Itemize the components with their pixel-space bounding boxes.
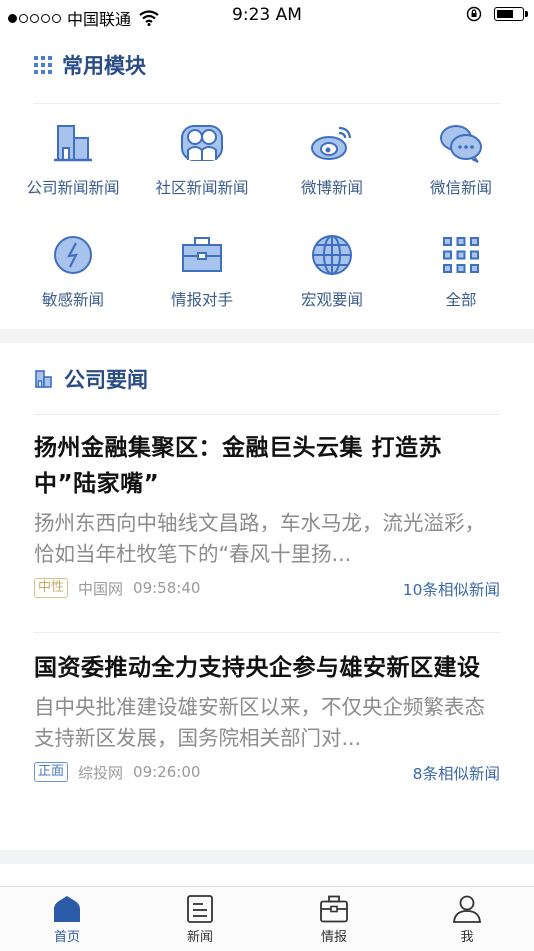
- module-label: 宏观要闻: [300, 291, 363, 309]
- rotation-lock-icon: [466, 6, 482, 22]
- news-time: 09:26:00: [133, 763, 201, 781]
- tab-bar: 首页 新闻 情报 我: [0, 886, 534, 951]
- building-icon: [54, 125, 92, 162]
- sentiment-badge: 正面: [34, 762, 69, 782]
- similar-news-link[interactable]: 10条相似新闻: [403, 578, 500, 600]
- similar-news-link[interactable]: 8条相似新闻: [413, 762, 500, 784]
- module-weibo-news[interactable]: 微博新闻: [267, 120, 397, 198]
- news-time: 09:58:40: [133, 579, 201, 597]
- tab-label: 情报: [320, 930, 347, 945]
- news-meta: 中性 中国网 09:58:40 10条相似新闻: [34, 576, 500, 600]
- module-label: 公司新闻新闻: [26, 179, 120, 197]
- news-source: 综投网: [78, 763, 124, 782]
- company-news-header: 公司要闻: [34, 364, 148, 394]
- module-intel-rivals[interactable]: 情报对手: [137, 232, 267, 310]
- sentiment-badge: 中性: [34, 578, 69, 598]
- section-separator: [0, 850, 534, 864]
- tab-label: 我: [460, 930, 474, 945]
- news-item[interactable]: 扬州金融集聚区：金融巨头云集 打造苏中”陆家嘴” 扬州东西向中轴线文昌路，车水马…: [34, 430, 500, 600]
- company-news-divider: [34, 414, 500, 415]
- news-item[interactable]: 国资委推动全力支持央企参与雄安新区建设 自中央批准建设雄安新区以来，不仅央企频繁…: [34, 650, 500, 784]
- modules-divider: [34, 103, 500, 104]
- community-icon: [181, 125, 223, 161]
- briefcase-icon: [182, 237, 222, 272]
- user-icon: [453, 895, 481, 923]
- news-title[interactable]: 扬州金融集聚区：金融巨头云集 打造苏中”陆家嘴”: [34, 430, 500, 502]
- news-title[interactable]: 国资委推动全力支持央企参与雄安新区建设: [34, 650, 500, 686]
- wechat-icon: [440, 125, 482, 163]
- news-summary: 自中央批准建设雄安新区以来，不仅央企频繁表态支持新区发展，国务院相关部门对...: [34, 695, 485, 750]
- module-label: 全部: [445, 291, 477, 309]
- news-icon: [187, 895, 213, 923]
- module-label: 情报对手: [170, 291, 233, 309]
- status-right: [466, 6, 528, 22]
- module-macro-news[interactable]: 宏观要闻: [267, 232, 397, 310]
- tab-intel[interactable]: 情报: [294, 895, 374, 945]
- grid-icon: [443, 237, 479, 273]
- module-label: 微信新闻: [429, 179, 492, 197]
- news-meta: 正面 综投网 09:26:00 8条相似新闻: [34, 760, 500, 784]
- modules-title: 常用模块: [62, 54, 146, 78]
- news-summary: 扬州东西向中轴线文昌路，车水马龙，流光溢彩，恰如当年杜牧笔下的“春风十里扬...: [34, 511, 485, 566]
- globe-icon: [312, 235, 352, 275]
- briefcase-icon: [320, 895, 348, 923]
- news-source: 中国网: [78, 579, 124, 598]
- module-community-news[interactable]: 社区新闻新闻: [137, 120, 267, 198]
- module-label: 社区新闻新闻: [155, 179, 249, 197]
- tab-label: 首页: [53, 930, 80, 945]
- news-divider: [34, 632, 500, 633]
- module-wechat-news[interactable]: 微信新闻: [396, 120, 526, 198]
- building-small-icon: [35, 370, 52, 388]
- modules-header: 常用模块: [34, 50, 146, 80]
- company-news-title: 公司要闻: [64, 368, 148, 392]
- status-bar: 中国联通 9:23 AM: [0, 0, 534, 30]
- battery-icon: [494, 7, 528, 21]
- module-company-news[interactable]: 公司新闻新闻: [8, 120, 138, 198]
- tab-label: 新闻: [186, 930, 213, 945]
- tab-home[interactable]: 首页: [27, 895, 107, 945]
- module-sensitive-news[interactable]: 敏感新闻: [8, 232, 138, 310]
- section-separator: [0, 329, 534, 343]
- tab-news[interactable]: 新闻: [160, 895, 240, 945]
- sensitive-icon: [54, 236, 92, 274]
- grid-small-icon: [34, 56, 52, 74]
- tab-me[interactable]: 我: [427, 895, 507, 945]
- module-label: 敏感新闻: [41, 291, 104, 309]
- weibo-icon: [311, 126, 352, 160]
- home-icon: [54, 896, 80, 922]
- status-time: 9:23 AM: [232, 5, 302, 25]
- module-all[interactable]: 全部: [396, 232, 526, 310]
- module-label: 微博新闻: [300, 179, 363, 197]
